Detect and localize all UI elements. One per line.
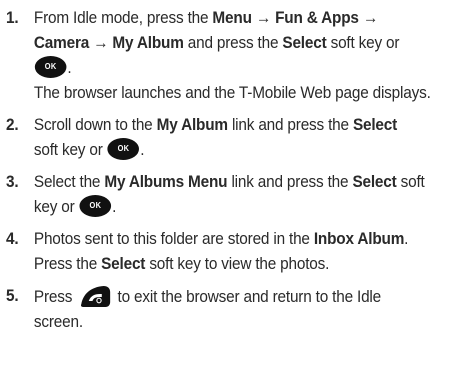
arrow-text: → <box>251 9 276 27</box>
step-text: to exit the browser and return to the Id… <box>113 288 382 306</box>
step-text: . <box>140 141 145 159</box>
step-text: . <box>112 198 117 216</box>
arrow-text: → <box>89 34 113 52</box>
step-text: key or <box>33 198 79 216</box>
step-text: Select the <box>33 173 105 191</box>
step-text: soft key or <box>33 141 107 159</box>
step-number: 1. <box>6 9 19 27</box>
step-text: . <box>67 59 72 77</box>
step-text: Scroll down to the <box>33 116 157 134</box>
fun-apps-term: Fun & Apps <box>275 9 359 27</box>
select-term: Select <box>101 255 146 273</box>
steps-list: 1. From Idle mode, press the Menu → Fun … <box>6 6 463 335</box>
step-text: soft key or <box>326 34 400 52</box>
step-number: 5. <box>6 287 19 305</box>
step-text: Press <box>33 288 77 306</box>
my-album-term: My Album <box>156 116 228 134</box>
step-text: Press the <box>33 255 102 273</box>
step-text: and press the <box>183 34 283 52</box>
ok-key-label: OK <box>89 201 102 210</box>
step-number: 2. <box>6 116 19 134</box>
step-5: 5. Press to exit the browser and return … <box>6 284 473 335</box>
arrow-text: → <box>358 9 378 27</box>
step-text: link and press the <box>227 173 353 191</box>
ok-key-icon: OK <box>34 56 67 78</box>
select-term: Select <box>282 34 327 52</box>
instructions-page: 1. From Idle mode, press the Menu → Fun … <box>0 0 473 369</box>
inbox-album-term: Inbox Album <box>313 230 405 248</box>
step-text: From Idle mode, press the <box>33 9 213 27</box>
step-number: 4. <box>6 230 19 248</box>
step-1: 1. From Idle mode, press the Menu → Fun … <box>6 6 473 106</box>
select-term: Select <box>352 116 398 134</box>
ok-key-label: OK <box>117 144 130 153</box>
step-text: link and press the <box>227 116 353 134</box>
ok-key-icon: OK <box>107 138 140 160</box>
menu-term: Menu <box>212 9 252 27</box>
step-number: 3. <box>6 173 19 191</box>
select-term: Select <box>352 173 397 191</box>
step-note: The browser launches and the T-Mobile We… <box>33 84 431 102</box>
step-3: 3. Select the My Albums Menu link and pr… <box>6 170 473 220</box>
step-4: 4. Photos sent to this folder are stored… <box>6 227 473 277</box>
step-text: Photos sent to this folder are stored in… <box>33 230 314 248</box>
step-text: soft key to view the photos. <box>145 255 330 273</box>
step-2: 2. Scroll down to the My Album link and … <box>6 113 473 163</box>
my-album-term: My Album <box>112 34 184 52</box>
step-text: soft <box>396 173 425 191</box>
ok-key-icon: OK <box>79 195 112 217</box>
step-text: . <box>404 230 409 248</box>
my-albums-menu-term: My Albums Menu <box>104 173 228 191</box>
ok-key-label: OK <box>44 62 57 71</box>
camera-term: Camera <box>33 34 90 52</box>
end-key-icon <box>80 286 110 307</box>
step-text: screen. <box>33 313 83 331</box>
